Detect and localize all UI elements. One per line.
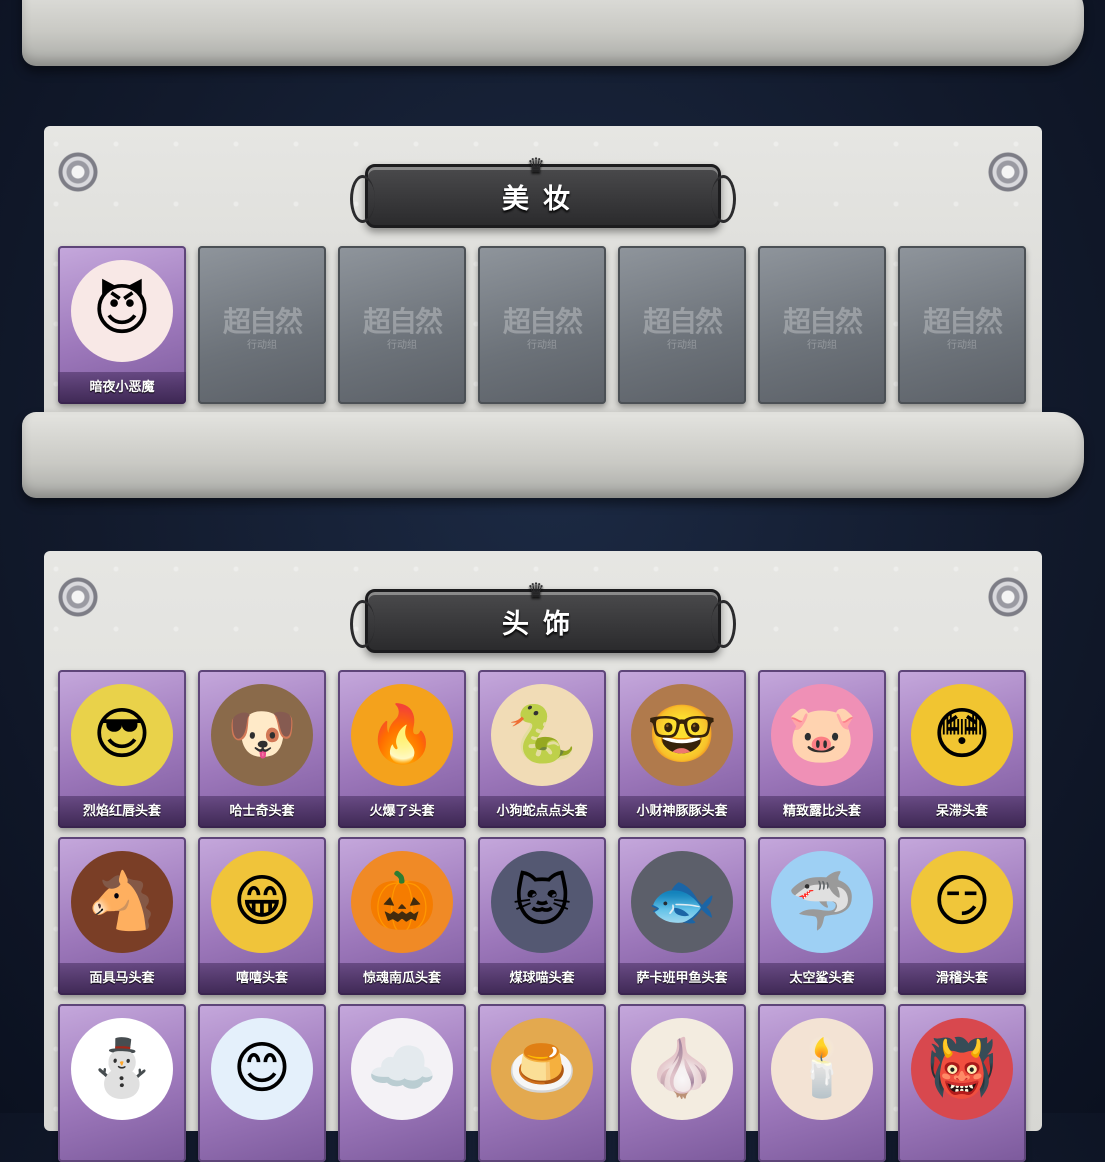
placeholder-sub: 行动组: [527, 340, 557, 351]
pikachu-mask-icon: 😎: [71, 684, 173, 786]
cloud-mask-icon: ☁️: [351, 1018, 453, 1120]
item-label: 小财神豚豚头套: [618, 796, 746, 828]
crown-ornament-icon: ♛: [527, 153, 559, 177]
item-label: 小狗蛇点点头套: [478, 796, 606, 828]
empty-slot: 超自然 行动组: [898, 246, 1026, 404]
headwear-item[interactable]: 🐶 哈士奇头套: [198, 670, 326, 828]
loopy-mask-icon: 🐷: [771, 684, 873, 786]
capybara-mask-icon: 🤓: [631, 684, 733, 786]
headwear-item[interactable]: 😊: [198, 1004, 326, 1162]
headwear-item[interactable]: 🤓 小财神豚豚头套: [618, 670, 746, 828]
headwear-item[interactable]: 🧄: [618, 1004, 746, 1162]
placeholder-watermark: 超自然: [922, 305, 1003, 338]
headwear-item[interactable]: 🐴 面具马头套: [58, 837, 186, 995]
item-label: 呆滞头套: [898, 796, 1026, 828]
empty-slot: 超自然 行动组: [198, 246, 326, 404]
placeholder-sub: 行动组: [807, 340, 837, 351]
placeholder-sub: 行动组: [387, 340, 417, 351]
placeholder-sub: 行动组: [947, 340, 977, 351]
headwear-item[interactable]: 🔥 火爆了头套: [338, 670, 466, 828]
crown-ornament-icon: ♛: [527, 578, 559, 602]
item-label: 惊魂南瓜头套: [338, 963, 466, 995]
headwear-item[interactable]: 😎 烈焰红唇头套: [58, 670, 186, 828]
item-label: 面具马头套: [58, 963, 186, 995]
grin-face-mask-icon: 😁: [211, 851, 313, 953]
funny-face-mask-icon: 😏: [911, 851, 1013, 953]
item-label: 太空鲨头套: [758, 963, 886, 995]
scroll-edge-bottom: [22, 412, 1084, 498]
pumpkin-mask-icon: 🎃: [351, 851, 453, 953]
cat-mask-icon: 🐱: [491, 851, 593, 953]
makeup-item[interactable]: 😈 暗夜小恶魔: [58, 246, 186, 404]
horse-mask-icon: 🐴: [71, 851, 173, 953]
item-label: 萨卡班甲鱼头套: [618, 963, 746, 995]
item-label: 滑稽头套: [898, 963, 1026, 995]
red-creature-mask-icon: 👹: [911, 1018, 1013, 1120]
headwear-item[interactable]: ☁️: [338, 1004, 466, 1162]
item-label: 嘻嘻头套: [198, 963, 326, 995]
headwear-grid: 😎 烈焰红唇头套 🐶 哈士奇头套 🔥 火爆了头套 🐍 小狗蛇点点头套 🤓 小财神豚豚头套 …: [58, 670, 1028, 1162]
empty-slot: 超自然 行动组: [758, 246, 886, 404]
placeholder-watermark: 超自然: [222, 305, 303, 338]
headwear-item[interactable]: 👹: [898, 1004, 1026, 1162]
candle-mask-icon: 🕯️: [771, 1018, 873, 1120]
snake-mask-icon: 🐍: [491, 684, 593, 786]
bolt-icon: [988, 152, 1028, 192]
shark-mask-icon: 🦈: [771, 851, 873, 953]
headwear-panel: ♛ 头饰 😎 烈焰红唇头套 🐶 哈士奇头套 🔥 火爆了头套 🐍 小狗蛇点点头套 🤓 小财神…: [44, 551, 1042, 1162]
empty-slot: 超自然 行动组: [478, 246, 606, 404]
headwear-item[interactable]: 😁 嘻嘻头套: [198, 837, 326, 995]
bolt-icon: [988, 577, 1028, 617]
placeholder-watermark: 超自然: [782, 305, 863, 338]
dazed-face-mask-icon: 😳: [911, 684, 1013, 786]
headwear-item[interactable]: ⛄: [58, 1004, 186, 1162]
placeholder-sub: 行动组: [247, 340, 277, 351]
garlic-mask-icon: 🧄: [631, 1018, 733, 1120]
headwear-item[interactable]: 😏 滑稽头套: [898, 837, 1026, 995]
bolt-icon: [58, 577, 98, 617]
placeholder-watermark: 超自然: [502, 305, 583, 338]
devil-face-icon: 😈: [71, 260, 173, 362]
empty-slot: 超自然 行动组: [618, 246, 746, 404]
item-label: 火爆了头套: [338, 796, 466, 828]
placeholder-sub: 行动组: [667, 340, 697, 351]
placeholder-watermark: 超自然: [362, 305, 443, 338]
headwear-item[interactable]: 🐟 萨卡班甲鱼头套: [618, 837, 746, 995]
placeholder-watermark: 超自然: [642, 305, 723, 338]
section-title: 美妆: [502, 183, 584, 215]
section-title: 头饰: [502, 608, 584, 640]
pudding-mask-icon: 🍮: [491, 1018, 593, 1120]
husky-mask-icon: 🐶: [211, 684, 313, 786]
item-label: 精致露比头套: [758, 796, 886, 828]
headwear-item[interactable]: 🕯️: [758, 1004, 886, 1162]
makeup-panel: ♛ 美妆 😈 暗夜小恶魔 超自然 行动组 超自然 行动组 超自然 行动组 超自然…: [44, 126, 1042, 426]
item-label: 烈焰红唇头套: [58, 796, 186, 828]
dumpling-mask-icon: 😊: [211, 1018, 313, 1120]
item-label: 煤球喵头套: [478, 963, 606, 995]
headwear-item[interactable]: 😳 呆滞头套: [898, 670, 1026, 828]
headwear-item[interactable]: 🐷 精致露比头套: [758, 670, 886, 828]
headwear-item[interactable]: 🦈 太空鲨头套: [758, 837, 886, 995]
snowman-mask-icon: ⛄: [71, 1018, 173, 1120]
fire-mask-icon: 🔥: [351, 684, 453, 786]
headwear-item[interactable]: 🍮: [478, 1004, 606, 1162]
section-title-banner: ♛ 美妆: [350, 153, 736, 228]
headwear-item[interactable]: 🐍 小狗蛇点点头套: [478, 670, 606, 828]
makeup-grid: 😈 暗夜小恶魔 超自然 行动组 超自然 行动组 超自然 行动组 超自然 行动组 …: [58, 246, 1028, 404]
headwear-item[interactable]: 🐱 煤球喵头套: [478, 837, 606, 995]
section-title-banner: ♛ 头饰: [350, 578, 736, 653]
item-label: 暗夜小恶魔: [58, 372, 186, 404]
scroll-edge-top: [22, 0, 1084, 66]
empty-slot: 超自然 行动组: [338, 246, 466, 404]
headwear-item[interactable]: 🎃 惊魂南瓜头套: [338, 837, 466, 995]
bolt-icon: [58, 152, 98, 192]
item-label: 哈士奇头套: [198, 796, 326, 828]
fish-mask-icon: 🐟: [631, 851, 733, 953]
